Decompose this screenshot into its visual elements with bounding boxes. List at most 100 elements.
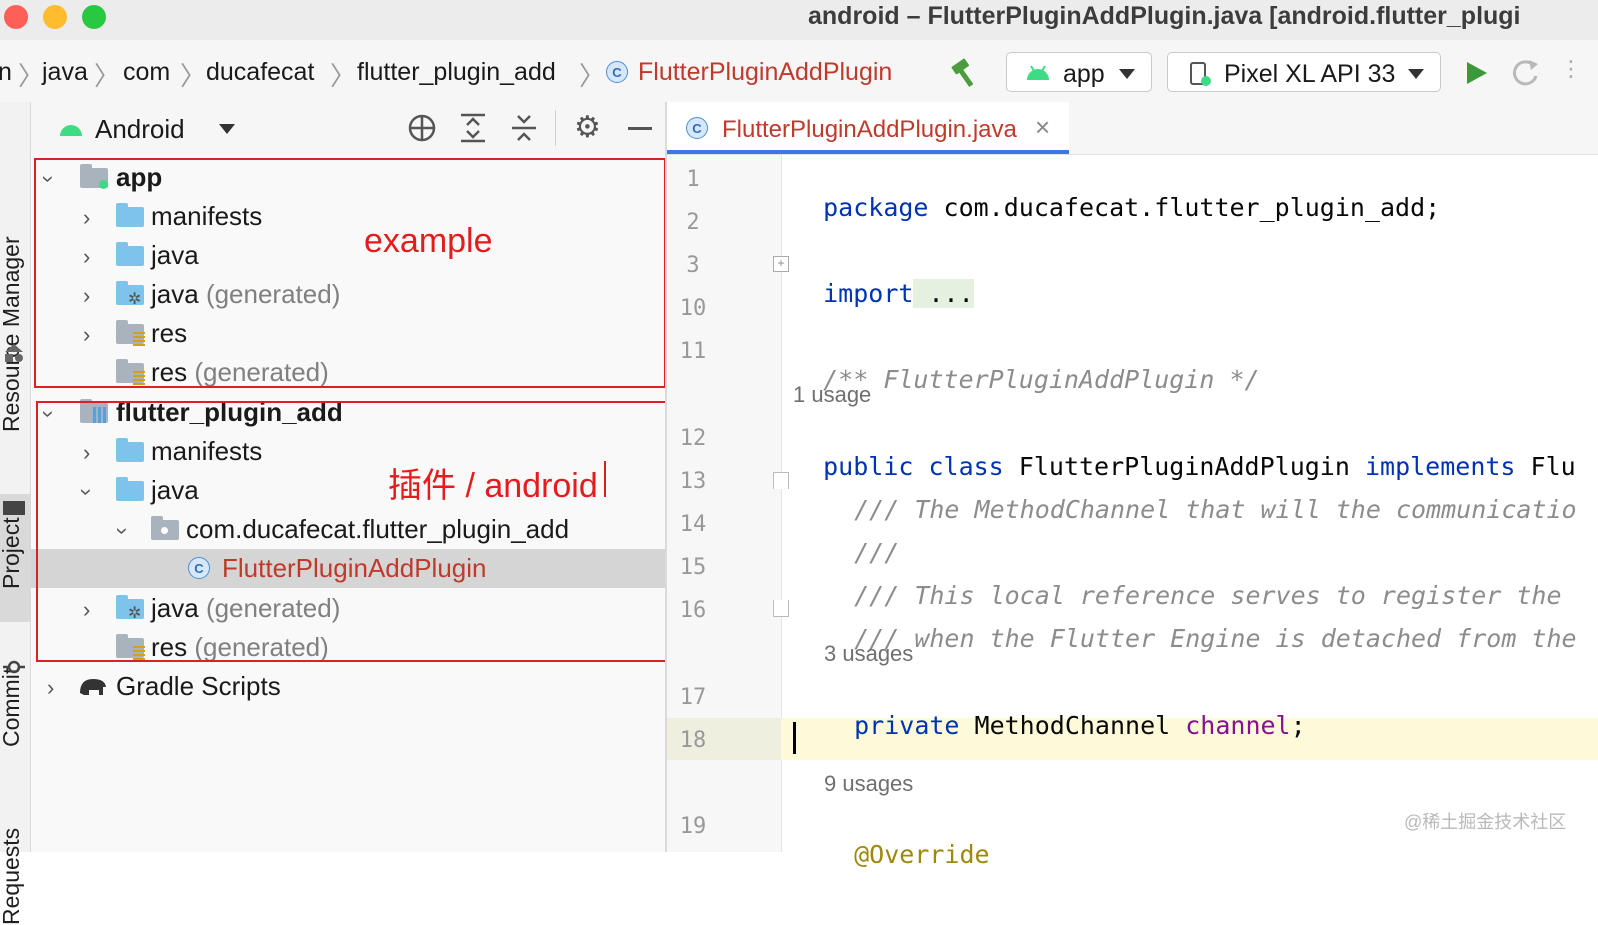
- rerun-icon[interactable]: [1512, 58, 1542, 88]
- gear-icon[interactable]: ⚙: [574, 110, 601, 145]
- annotation-plugin: 插件 / android: [388, 467, 598, 505]
- breadcrumb-item[interactable]: n: [0, 58, 12, 87]
- tab-project[interactable]: Project: [0, 517, 25, 589]
- tab-commit[interactable]: Commit: [0, 668, 25, 747]
- project-panel-header: Android ⚙: [31, 102, 665, 154]
- code-token: MethodChannel: [959, 711, 1186, 740]
- phone-icon: [1190, 62, 1211, 86]
- line-number: 15: [679, 555, 707, 580]
- breadcrumb-item[interactable]: ducafecat: [206, 58, 314, 87]
- code-token: com.ducafecat.flutter_plugin_add;: [928, 193, 1441, 222]
- zoom-window-button[interactable]: [82, 5, 106, 29]
- minimize-window-button[interactable]: [43, 5, 67, 29]
- code-token: /** FlutterPluginAddPlugin */: [823, 365, 1260, 394]
- title-bar: android – FlutterPluginAddPlugin.java [a…: [0, 0, 1598, 40]
- fold-end-icon[interactable]: [773, 600, 789, 617]
- tab-resource-manager[interactable]: Resource Manager: [0, 236, 25, 432]
- editor-tab[interactable]: C FlutterPluginAddPlugin.java ×: [667, 102, 1069, 154]
- android-icon: [1027, 65, 1049, 80]
- line-number: 3: [686, 253, 700, 278]
- chevron-down-icon[interactable]: [219, 124, 235, 134]
- annotation-box-app: [34, 158, 666, 388]
- device-label: Pixel XL API 33: [1224, 60, 1396, 88]
- line-number: 11: [679, 339, 707, 364]
- breadcrumb-current[interactable]: FlutterPluginAddPlugin: [638, 58, 892, 87]
- code-line: /// The MethodChannel that will the comm…: [824, 466, 1577, 524]
- close-window-button[interactable]: [4, 5, 28, 29]
- play-icon[interactable]: [1465, 60, 1489, 86]
- device-select[interactable]: Pixel XL API 33: [1167, 52, 1441, 92]
- fold-expand-icon[interactable]: +: [773, 256, 789, 272]
- code-line: import ...: [793, 250, 974, 308]
- text-caret: [793, 722, 796, 754]
- line-number: 14: [679, 512, 707, 537]
- breadcrumb-item[interactable]: java: [42, 58, 88, 87]
- tab-requests[interactable]: Requests: [0, 828, 25, 925]
- close-icon[interactable]: ×: [1035, 112, 1050, 143]
- run-config-select[interactable]: app: [1006, 52, 1152, 92]
- code-line: @Override: [824, 811, 990, 869]
- chevron-right-icon: 〉: [579, 61, 606, 91]
- hide-icon[interactable]: [628, 127, 652, 130]
- line-number: 10: [679, 296, 707, 321]
- chevron-right-icon[interactable]: ›: [47, 675, 54, 701]
- folded-import[interactable]: ...: [913, 279, 974, 308]
- window-title: android – FlutterPluginAddPlugin.java [a…: [808, 2, 1521, 30]
- fold-collapse-icon[interactable]: [773, 472, 789, 489]
- line-number: 2: [686, 210, 700, 235]
- chevron-right-icon: 〉: [18, 61, 45, 91]
- code-token: /// when the Flutter Engine is detached …: [854, 624, 1577, 653]
- chevron-right-icon: 〉: [94, 61, 121, 91]
- collapse-all-icon[interactable]: [510, 113, 538, 143]
- chevron-right-icon: 〉: [330, 61, 357, 91]
- gradle-elephant-icon: [80, 679, 106, 695]
- usage-hint[interactable]: 1 usage: [793, 382, 871, 408]
- code-token: ;: [1290, 711, 1306, 740]
- expand-all-icon[interactable]: [459, 113, 487, 143]
- line-number: 1: [686, 167, 700, 192]
- code-token: channel: [1185, 711, 1291, 740]
- line-number: 18: [679, 728, 707, 753]
- chevron-right-icon: 〉: [180, 61, 207, 91]
- code-token: import: [823, 279, 914, 308]
- editor-tab-label: FlutterPluginAddPlugin.java: [722, 116, 1017, 143]
- navigation-bar: n 〉 java 〉 com 〉 ducafecat 〉 flutter_plu…: [0, 40, 1598, 102]
- code-token: private: [854, 711, 960, 740]
- chevron-down-icon: [1408, 69, 1424, 79]
- code-line: /// when the Flutter Engine is detached …: [824, 595, 1577, 653]
- toolbar-divider: [555, 110, 556, 146]
- run-config-label: app: [1063, 60, 1105, 88]
- usage-hint[interactable]: 3 usages: [824, 641, 913, 667]
- line-number: 17: [679, 685, 707, 710]
- tool-window-strip: Resource Manager Project Commit Requests: [0, 102, 31, 925]
- class-icon: C: [686, 117, 708, 139]
- active-tab-indicator: [667, 150, 1069, 154]
- annotation-box-plugin: [36, 401, 667, 662]
- line-number: 13: [679, 469, 707, 494]
- tree-item-label: Gradle Scripts: [116, 671, 281, 701]
- breadcrumb-item[interactable]: flutter_plugin_add: [357, 58, 556, 87]
- watermark: @稀土掘金技术社区: [1404, 812, 1567, 832]
- code-token: /// The MethodChannel that will the comm…: [854, 495, 1577, 524]
- breadcrumb-item[interactable]: com: [123, 58, 170, 87]
- code-line: private MethodChannel channel;: [824, 682, 1306, 740]
- commit-icon: [3, 660, 25, 674]
- annotation-example: example: [364, 222, 493, 260]
- code-token: @Override: [854, 840, 990, 869]
- hammer-icon[interactable]: [950, 56, 984, 88]
- more-icon[interactable]: ⋮: [1560, 56, 1582, 82]
- android-icon: [60, 125, 82, 136]
- crosshair-icon[interactable]: [407, 113, 437, 143]
- code-line: package com.ducafecat.flutter_plugin_add…: [793, 164, 1440, 222]
- usage-hint[interactable]: 9 usages: [824, 771, 913, 797]
- class-icon: C: [606, 61, 628, 83]
- tree-item-gradle-scripts[interactable]: › Gradle Scripts: [31, 667, 665, 706]
- line-number: 19: [679, 814, 707, 839]
- code-token: package: [823, 193, 929, 222]
- chevron-down-icon: [1119, 69, 1135, 79]
- folder-icon: [3, 501, 25, 515]
- resource-manager-icon: [5, 344, 23, 362]
- line-number: 16: [679, 598, 707, 623]
- project-view-label[interactable]: Android: [95, 114, 185, 145]
- line-number: 12: [679, 426, 707, 451]
